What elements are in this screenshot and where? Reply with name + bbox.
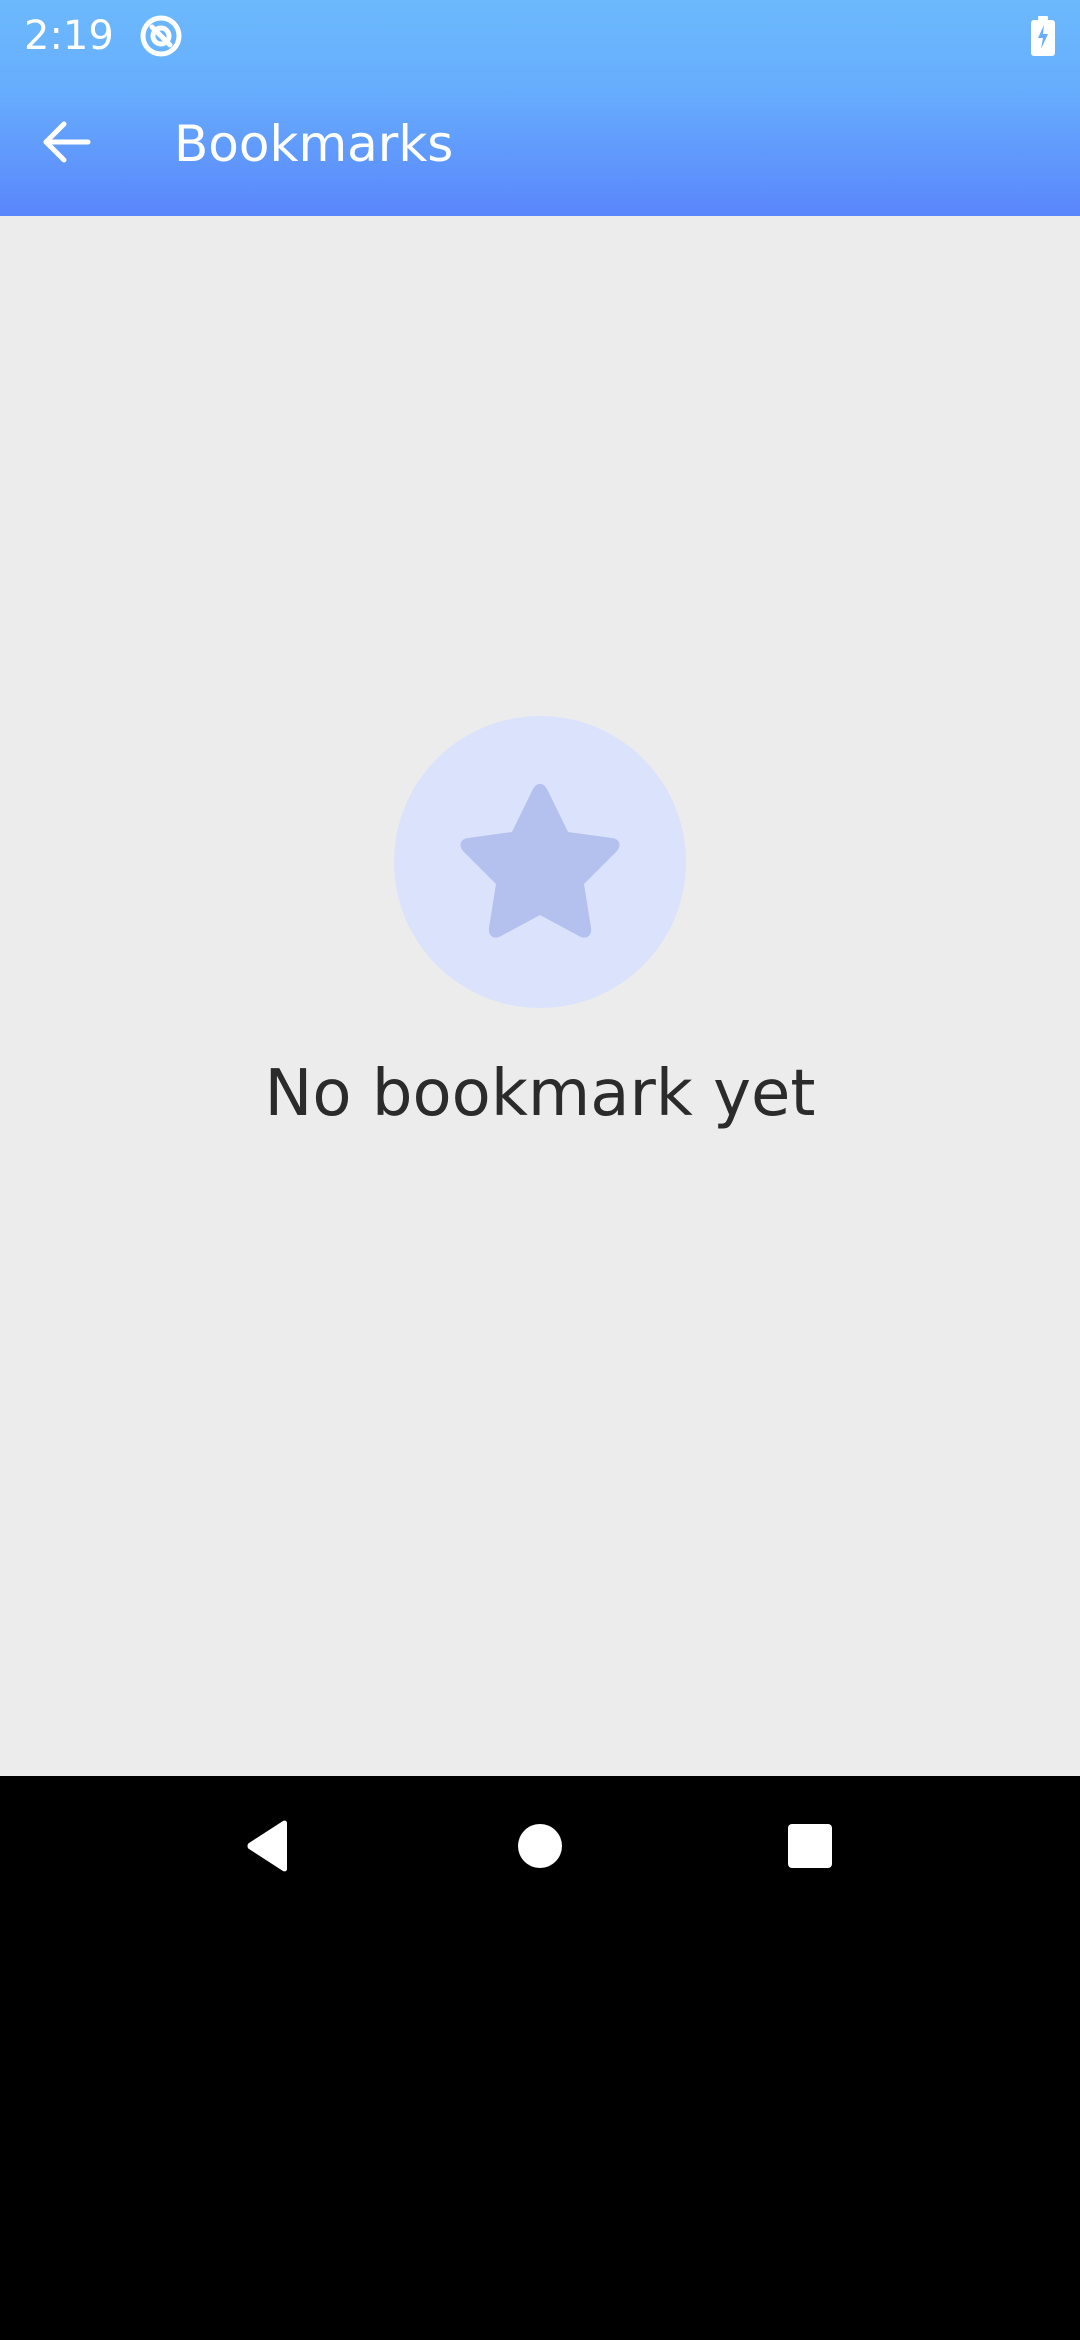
back-button[interactable] [24, 100, 108, 188]
nav-home-circle-icon [517, 1823, 563, 1873]
status-bar: 2:19 [0, 0, 1080, 72]
nav-recents-button[interactable] [760, 1798, 860, 1898]
sync-circle-icon [138, 13, 184, 59]
system-navigation-bar [0, 1776, 1080, 1920]
toolbar: Bookmarks [0, 72, 1080, 216]
bookmarks-content: No bookmark yet [0, 216, 1080, 1776]
app-header: 2:19 Bookmarks [0, 0, 1080, 216]
nav-back-button[interactable] [218, 1798, 318, 1898]
status-time: 2:19 [24, 13, 114, 59]
nav-back-triangle-icon [243, 1819, 293, 1877]
nav-home-button[interactable] [490, 1798, 590, 1898]
arrow-back-icon [38, 114, 94, 174]
battery-charging-icon [1030, 16, 1056, 56]
empty-state-illustration [394, 716, 686, 1008]
nav-recents-square-icon [787, 1823, 833, 1873]
screen: 2:19 Bookmarks No bookmark yet [0, 0, 1080, 2340]
star-icon [450, 770, 630, 954]
empty-state-message: No bookmark yet [264, 1057, 816, 1131]
page-title: Bookmarks [174, 115, 454, 173]
